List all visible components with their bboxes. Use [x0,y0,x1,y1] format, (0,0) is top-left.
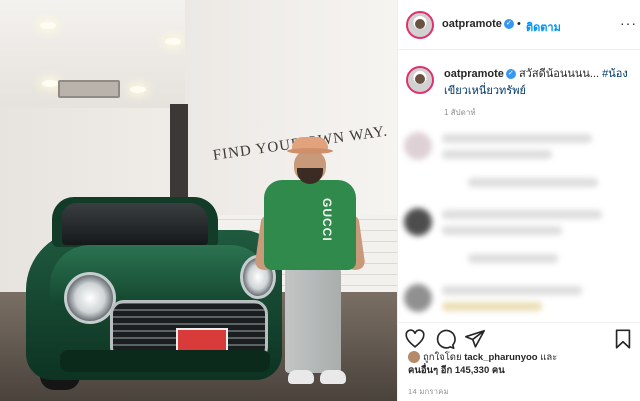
likes-unit: คน [491,365,505,376]
comment-line [468,178,598,187]
person-pants [285,268,341,373]
header-username[interactable]: oatpramote [442,18,502,30]
bookmark-icon[interactable] [612,328,634,350]
instagram-post: FIND YOUR OWN WAY. GUCCI oatpramote✓ • [0,0,640,401]
comment-line [442,226,562,235]
comment-line [442,210,602,219]
comment-avatar [404,208,432,236]
person-shirt [264,180,356,270]
comment-line [442,286,582,295]
blurred-comments [398,118,640,318]
avatar[interactable] [406,11,434,39]
verified-badge-icon: ✓ [505,69,516,80]
comment-line [468,254,558,263]
comment-line [442,150,552,159]
comment-icon[interactable] [434,328,456,350]
more-options-icon[interactable]: ··· [620,15,637,31]
comment-line [442,134,592,143]
post-side-panel: oatpramote ✓ • ติดตาม ··· oatpramote ✓ สวั… [397,0,640,401]
comment-avatar [404,284,432,312]
caption: oatpramote ✓ สวัสดีน้อนนนน... #น้องเขียวเ… [444,66,634,100]
ceiling-light [165,38,181,45]
caption-avatar[interactable] [406,66,434,94]
liker-avatar [408,351,420,364]
ceiling-light [40,22,56,29]
liked-by-user[interactable]: tack_pharunyoo [464,352,537,363]
car-bumper [60,350,270,372]
post-date[interactable]: 14 มกราคม [408,386,449,398]
caption-username[interactable]: oatpramote [444,68,504,80]
share-icon[interactable] [464,328,486,350]
heart-icon[interactable] [404,328,426,350]
header-separator: • [517,18,521,30]
car-windshield [62,203,208,245]
person-hat-brim [287,148,333,154]
caption-text: สวัสดีน้อนนนน... [518,68,603,80]
liked-by-prefix: ถูกใจโดย [423,352,462,363]
action-bar [398,322,640,352]
verified-badge-icon: ✓ [503,19,514,30]
likes-and: และ [540,352,558,363]
comment-line [442,302,542,311]
shirt-print: GUCCI [320,198,334,242]
others-prefix[interactable]: คนอื่นๆ อีก [408,365,452,376]
ceiling-light [130,86,146,93]
comment-avatar [404,132,432,160]
follow-button[interactable]: ติดตาม [526,18,561,36]
car-headlight-left [64,272,116,324]
ceiling-vent [58,80,120,98]
person-shoe [320,370,346,384]
header-user: oatpramote ✓ [442,18,514,30]
ceiling-light [42,80,58,87]
post-header: oatpramote ✓ • ติดตาม ··· [398,0,640,50]
post-photo[interactable]: FIND YOUR OWN WAY. GUCCI [0,0,397,401]
likes-count[interactable]: 145,330 [455,365,489,376]
likes-summary: ถูกใจโดย tack_pharunyoo และ คนอื่นๆ อีก … [408,351,634,377]
person-shoe [288,370,314,384]
